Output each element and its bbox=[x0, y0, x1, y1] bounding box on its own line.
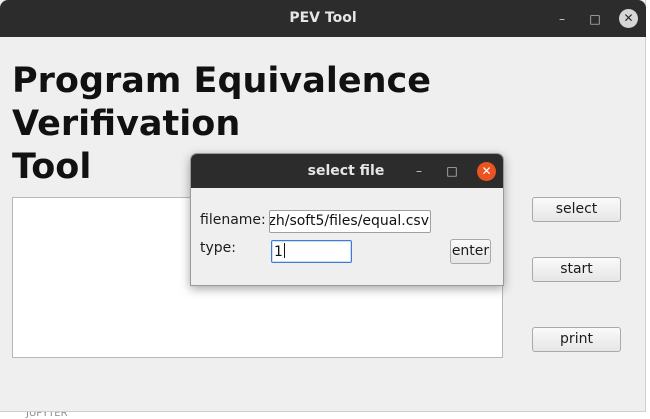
page-title-line: Program Equivalence bbox=[12, 61, 431, 101]
enter-button[interactable]: enter bbox=[450, 239, 491, 264]
select-button[interactable]: select bbox=[532, 197, 621, 222]
maximize-icon[interactable]: □ bbox=[585, 9, 605, 29]
dialog-maximize-icon[interactable]: □ bbox=[442, 161, 462, 181]
window-title: PEV Tool bbox=[289, 10, 357, 26]
filename-value: zh/soft5/files/equal.csv bbox=[269, 213, 429, 229]
minimize-icon[interactable]: – bbox=[552, 9, 572, 29]
dialog-minimize-icon[interactable]: – bbox=[409, 161, 429, 181]
close-icon[interactable]: ✕ bbox=[619, 9, 638, 28]
page-title-line: Verifivation bbox=[12, 104, 241, 144]
dialog-close-icon[interactable]: ✕ bbox=[477, 162, 496, 181]
dialog-titlebar: select file – □ ✕ bbox=[191, 154, 503, 188]
type-field[interactable]: 1 bbox=[271, 240, 352, 263]
type-label: type: bbox=[200, 240, 236, 256]
type-value: 1 bbox=[274, 244, 283, 260]
select-file-dialog: select file – □ ✕ filename: zh/soft5/fil… bbox=[190, 153, 504, 286]
dialog-title: select file bbox=[307, 163, 385, 179]
window-titlebar: PEV Tool – □ ✕ bbox=[0, 0, 646, 37]
start-button[interactable]: start bbox=[532, 257, 621, 282]
print-button[interactable]: print bbox=[532, 327, 621, 352]
filename-field[interactable]: zh/soft5/files/equal.csv bbox=[269, 210, 431, 233]
filename-label: filename: bbox=[200, 212, 266, 228]
text-caret bbox=[283, 243, 285, 258]
